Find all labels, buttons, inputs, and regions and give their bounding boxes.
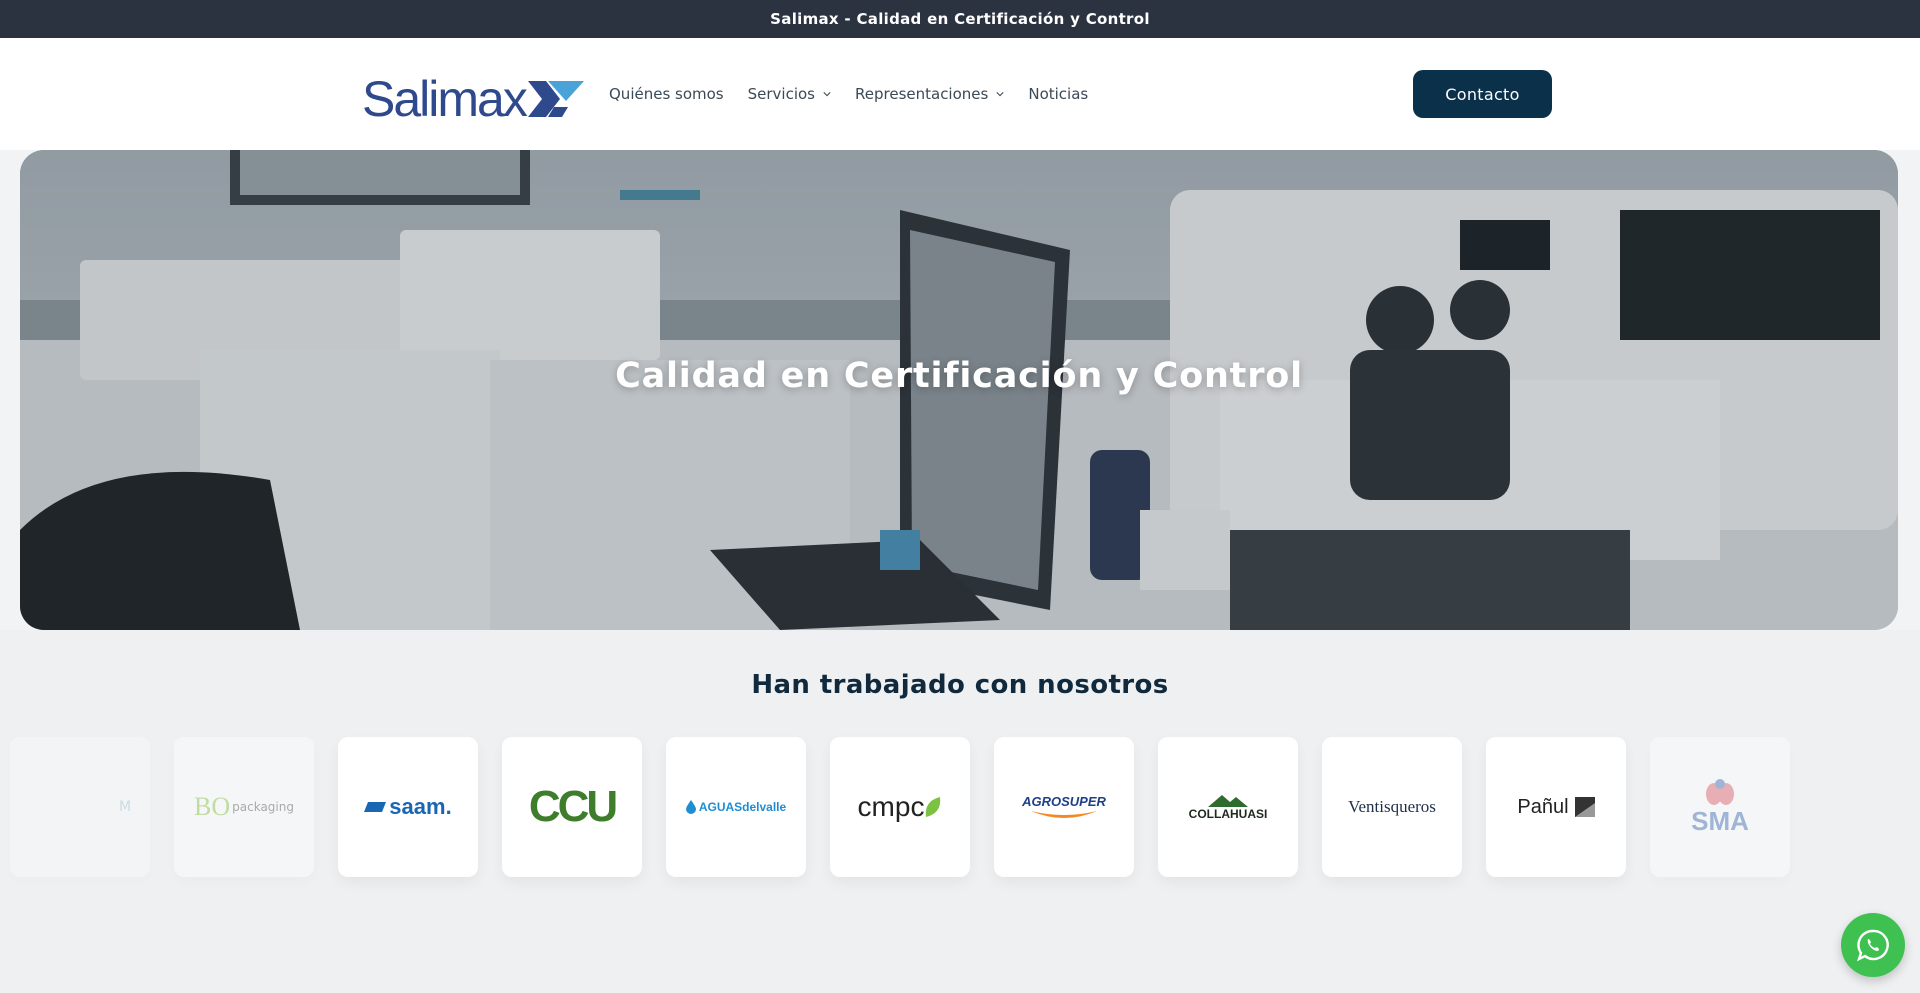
logo-arrow-mark — [527, 81, 584, 117]
logo-label: Pañul — [1517, 795, 1569, 818]
partners-title: Han trabajado con nosotros — [751, 670, 1169, 700]
chevron-down-icon — [823, 92, 831, 97]
partner-logo-saam: saam. — [338, 737, 478, 877]
partner-logo-ventisqueros: Ventisqueros — [1322, 737, 1462, 877]
panul-mark-icon — [1574, 797, 1595, 817]
mountain-icon — [1207, 795, 1248, 807]
logo-label: saam. — [389, 794, 452, 819]
partner-logo-sma: SMA — [1650, 737, 1790, 877]
nav-item-label: Servicios — [747, 85, 815, 103]
nav-item-quienes-somos[interactable]: Quiénes somos — [609, 85, 724, 103]
partner-logo-panul: Pañul — [1486, 737, 1626, 877]
partner-logo-cmpc: cmpc — [830, 737, 970, 877]
contact-button[interactable]: Contacto — [1413, 70, 1552, 118]
nav-item-label: Noticias — [1028, 85, 1089, 103]
partner-logo-card-partial: M — [10, 737, 150, 877]
announcement-bar: Salimax - Calidad en Certificación y Con… — [0, 0, 1920, 38]
partner-logo-agrosuper: AGROSUPER — [994, 737, 1134, 877]
logo-label: cmpc — [857, 791, 925, 822]
announcement-text: Salimax - Calidad en Certificación y Con… — [770, 10, 1150, 28]
saam-mark-icon — [364, 802, 387, 812]
partner-logos-carousel: M BO packaging saam. CCU AGUASdelvalle c… — [0, 737, 1920, 879]
nav-item-label: Representaciones — [855, 85, 989, 103]
sma-lockup: SMA — [1691, 778, 1749, 837]
bo-mark-icon: BO — [194, 792, 231, 821]
logo-label: AGROSUPER — [1022, 793, 1106, 809]
partner-logo-aguas-del-valle: AGUASdelvalle — [666, 737, 806, 877]
nav-item-noticias[interactable]: Noticias — [1028, 85, 1088, 103]
logo-label: packaging — [232, 800, 294, 814]
partial-logo-glyph: M — [118, 799, 132, 815]
nav-item-representaciones[interactable]: Representaciones — [855, 85, 1004, 103]
hero-title: Calidad en Certificación y Control — [615, 356, 1303, 396]
logo-label: Ventisqueros — [1348, 797, 1436, 816]
site-header: Salimax Quiénes somos Servicios Represen… — [0, 38, 1920, 150]
nav-item-servicios[interactable]: Servicios — [748, 85, 831, 103]
whatsapp-icon — [1856, 929, 1889, 962]
logo-label: COLLAHUASI — [1188, 807, 1268, 821]
logo-label: CCU — [528, 782, 618, 831]
partner-logo-ccu: CCU — [502, 737, 642, 877]
hero-banner: Calidad en Certificación y Control — [20, 150, 1898, 630]
logo-wordmark: Salimax — [362, 71, 528, 127]
nav-item-label: Quiénes somos — [609, 85, 724, 103]
partner-logo-bo-packaging: BO packaging — [174, 737, 314, 877]
main-nav: Quiénes somos Servicios Representaciones… — [609, 38, 1112, 150]
whatsapp-button[interactable] — [1841, 913, 1905, 977]
collahuasi-lockup: COLLAHUASI — [1188, 793, 1268, 821]
swoosh-icon — [1030, 810, 1097, 818]
flower-icon — [1706, 778, 1734, 805]
chevron-down-icon — [996, 92, 1004, 97]
water-drop-icon — [685, 800, 696, 814]
agrosuper-lockup: AGROSUPER — [1022, 794, 1106, 821]
partner-logo-collahuasi: COLLAHUASI — [1158, 737, 1298, 877]
site-logo[interactable]: Salimax — [362, 74, 586, 124]
logo-label: SMA — [1691, 805, 1749, 836]
logo-label: AGUASdelvalle — [698, 800, 787, 814]
leaf-icon — [926, 797, 941, 817]
